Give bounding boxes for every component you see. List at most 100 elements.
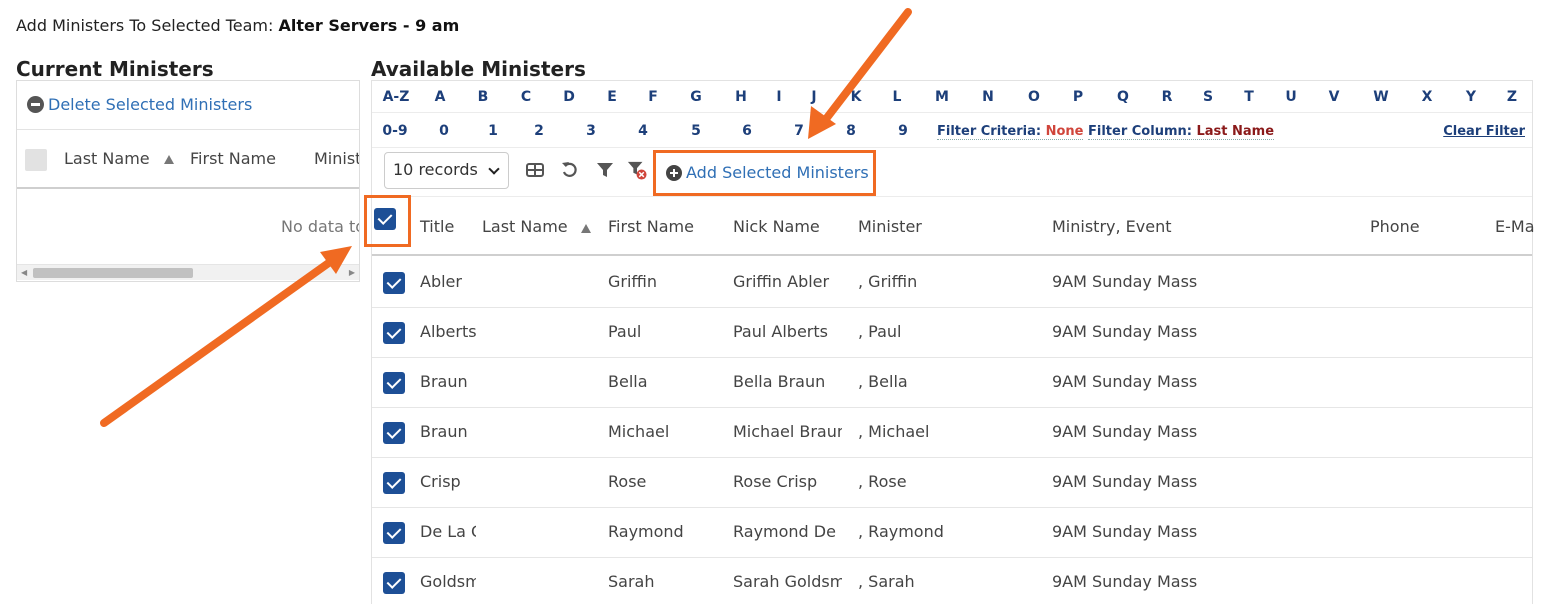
reset-icon[interactable] — [560, 160, 580, 180]
letter-filter[interactable]: K — [851, 89, 862, 105]
cell-last-name: Crisp — [420, 472, 461, 491]
table-row[interactable]: De La G Raymond Raymond De La , Raymond 9AM … — [372, 508, 1532, 558]
letter-filter[interactable]: V — [1329, 89, 1340, 105]
chevron-down-icon — [488, 163, 500, 175]
filter-column: Filter Column: Last Name — [1088, 124, 1275, 140]
column-phone[interactable]: Phone — [1370, 217, 1420, 236]
scroll-right-icon[interactable]: ▶ — [349, 268, 355, 277]
horizontal-scrollbar[interactable]: ◀ ▶ — [17, 264, 359, 280]
select-all-checkbox[interactable] — [25, 149, 47, 171]
scroll-thumb[interactable] — [33, 268, 193, 278]
cell-minister: , Griffin — [858, 272, 918, 291]
available-ministers-title: Available Ministers — [371, 57, 586, 81]
team-heading-prefix: Add Ministers To Selected Team: — [16, 16, 274, 35]
clear-filter-icon[interactable] — [627, 160, 647, 180]
number-filter[interactable]: 6 — [742, 123, 752, 139]
letter-filter[interactable]: O — [1028, 89, 1040, 105]
table-row[interactable]: Alberts Paul Paul Alberts , Paul 9AM Sunday … — [372, 308, 1532, 358]
letter-filter[interactable]: M — [935, 89, 949, 105]
row-checkbox[interactable] — [383, 422, 405, 444]
filter-column-value: Last Name — [1196, 124, 1275, 139]
filter-icon[interactable] — [595, 160, 615, 180]
letter-filter[interactable]: E — [607, 89, 617, 105]
table-columns-icon[interactable] — [525, 160, 545, 180]
number-filter[interactable]: 7 — [794, 123, 804, 139]
column-email[interactable]: E-Ma — [1495, 217, 1535, 236]
letter-filter[interactable]: J — [811, 89, 816, 105]
letter-filter[interactable]: P — [1073, 89, 1083, 105]
letter-filter[interactable]: Q — [1117, 89, 1129, 105]
delete-selected-ministers-button[interactable]: Delete Selected Ministers — [27, 95, 252, 114]
cell-minister: , Michael — [858, 422, 930, 441]
letter-filter[interactable]: F — [648, 89, 658, 105]
letter-filter[interactable]: L — [893, 89, 902, 105]
cell-last-name: Goldsm — [420, 572, 476, 591]
letter-filter[interactable]: T — [1244, 89, 1254, 105]
current-ministers-panel: Delete Selected Ministers Last Name Firs… — [16, 80, 360, 282]
letter-filter[interactable]: H — [735, 89, 747, 105]
number-filter[interactable]: 0-9 — [382, 123, 407, 139]
column-minister[interactable]: Minist — [314, 149, 359, 168]
column-nick-name[interactable]: Nick Name — [733, 217, 820, 236]
column-first-name[interactable]: First Name — [190, 149, 276, 168]
letter-filter[interactable]: X — [1422, 89, 1433, 105]
table-row[interactable]: Abler Griffin Griffin Abler , Griffin 9AM Su… — [372, 258, 1532, 308]
records-per-page-select[interactable]: 10 records — [384, 152, 509, 189]
letter-filter[interactable]: U — [1285, 89, 1296, 105]
column-last-name[interactable]: Last Name — [64, 149, 150, 168]
letter-filter[interactable]: A-Z — [383, 89, 410, 105]
sort-ascending-icon[interactable] — [581, 224, 591, 233]
cell-first-name: Rose — [608, 472, 647, 491]
table-row[interactable]: Braun Bella Bella Braun , Bella 9AM Sunday M… — [372, 358, 1532, 408]
table-row[interactable]: Goldsm Sarah Sarah Goldsmith , Sarah 9AM Sun… — [372, 558, 1532, 604]
cell-minister: , Sarah — [858, 572, 915, 591]
letter-filter[interactable]: D — [563, 89, 575, 105]
letter-filter[interactable]: S — [1203, 89, 1213, 105]
letter-filter[interactable]: Y — [1466, 89, 1476, 105]
column-last-name[interactable]: Last Name — [482, 217, 568, 236]
letter-filter[interactable]: I — [776, 89, 781, 105]
arrow-to-select-all — [100, 258, 334, 427]
cell-last-name: De La G — [420, 522, 476, 541]
select-all-checkbox[interactable] — [374, 208, 396, 230]
number-filter[interactable]: 5 — [691, 123, 701, 139]
cell-ministry-event: 9AM Sunday Mass — [1052, 372, 1198, 391]
row-checkbox[interactable] — [383, 472, 405, 494]
number-filter[interactable]: 4 — [638, 123, 648, 139]
cell-first-name: Bella — [608, 372, 648, 391]
letter-filter[interactable]: C — [521, 89, 531, 105]
letter-filter[interactable]: G — [690, 89, 702, 105]
letter-filter[interactable]: A — [435, 89, 446, 105]
cell-ministry-event: 9AM Sunday Mass — [1052, 272, 1198, 291]
letter-filter[interactable]: B — [478, 89, 489, 105]
sort-ascending-icon[interactable] — [164, 155, 174, 164]
clear-filter-link[interactable]: Clear Filter — [1443, 124, 1525, 139]
row-checkbox[interactable] — [383, 322, 405, 344]
number-filter[interactable]: 1 — [488, 123, 498, 139]
number-filter[interactable]: 2 — [534, 123, 544, 139]
letter-filter[interactable]: R — [1162, 89, 1173, 105]
row-checkbox[interactable] — [383, 572, 405, 594]
row-checkbox[interactable] — [383, 372, 405, 394]
cell-ministry-event: 9AM Sunday Mass — [1052, 472, 1198, 491]
column-title[interactable]: Title — [420, 217, 454, 236]
letter-filter[interactable]: Z — [1507, 89, 1517, 105]
number-filter[interactable]: 0 — [439, 123, 449, 139]
column-first-name[interactable]: First Name — [608, 217, 694, 236]
add-selected-ministers-button[interactable]: Add Selected Ministers — [666, 163, 869, 182]
cell-nick-name: Raymond De La — [733, 522, 842, 541]
number-filter[interactable]: 9 — [898, 123, 908, 139]
table-row[interactable]: Crisp Rose Rose Crisp , Rose 9AM Sunday Mass — [372, 458, 1532, 508]
column-minister[interactable]: Minister — [858, 217, 922, 236]
letter-filter[interactable]: N — [982, 89, 994, 105]
row-checkbox[interactable] — [383, 522, 405, 544]
scroll-left-icon[interactable]: ◀ — [21, 268, 27, 277]
cell-last-name: Alberts — [420, 322, 476, 341]
number-filter[interactable]: 3 — [586, 123, 596, 139]
number-filter[interactable]: 8 — [846, 123, 856, 139]
column-ministry-event[interactable]: Ministry, Event — [1052, 217, 1172, 236]
letter-filter[interactable]: W — [1373, 89, 1388, 105]
row-checkbox[interactable] — [383, 272, 405, 294]
table-row[interactable]: Braun Michael Michael Braun , Michael 9AM Su… — [372, 408, 1532, 458]
team-name: Alter Servers - 9 am — [278, 16, 460, 35]
